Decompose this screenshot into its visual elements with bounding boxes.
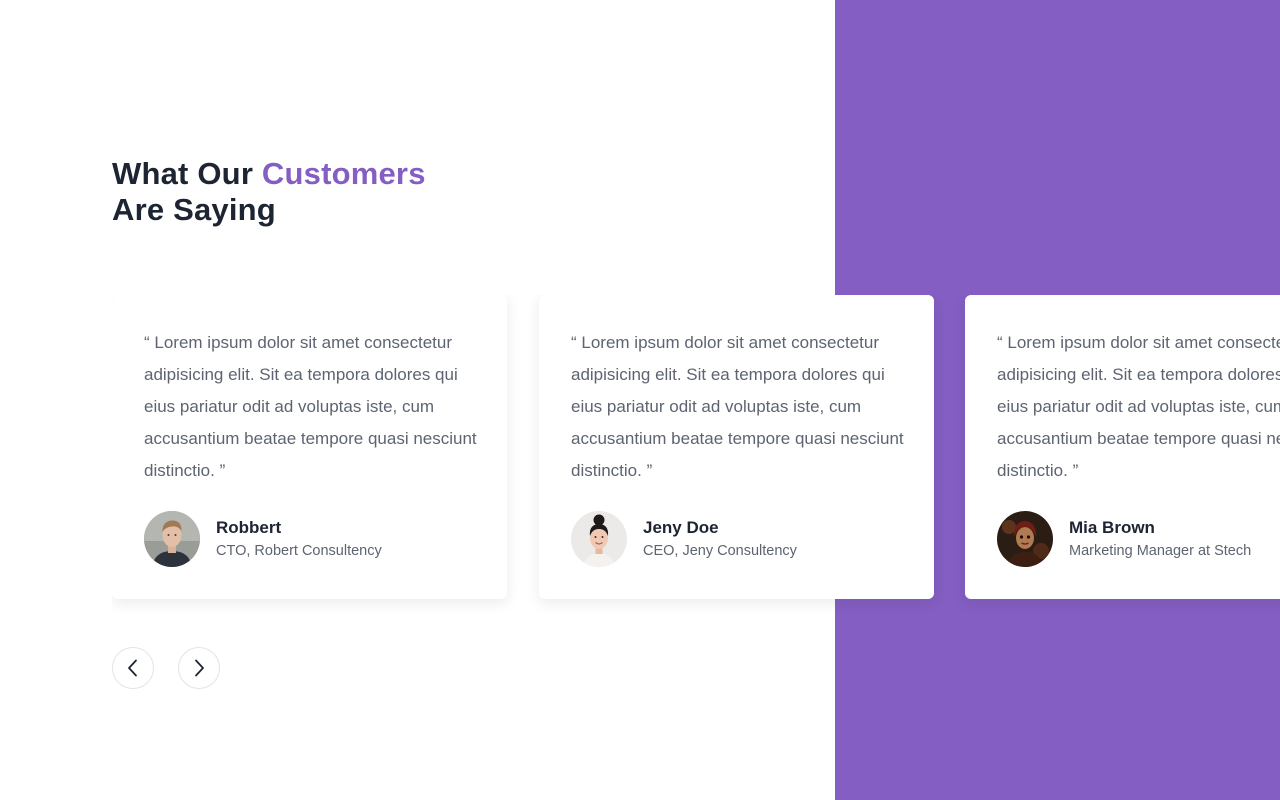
testimonial-card: “ Lorem ipsum dolor sit amet consectetur… [539,295,934,599]
avatar-man-icon [144,511,200,567]
author-name: Robbert [216,517,282,537]
testimonial-quote: “ Lorem ipsum dolor sit amet consectetur… [144,333,477,480]
author-name: Mia Brown [1069,517,1155,537]
title-prefix: What Our [112,156,262,191]
author-role: CTO, Robert Consultency [216,542,382,559]
testimonial-author: Jeny Doe CEO, Jeny Consultency [571,511,797,567]
author-name: Jeny Doe [643,517,719,537]
testimonial-carousel: “ Lorem ipsum dolor sit amet consectetur… [112,295,1280,615]
testimonial-quote: “ Lorem ipsum dolor sit amet consectetur… [571,333,904,480]
previous-button[interactable] [112,647,154,689]
testimonial-author: Mia Brown Marketing Manager at Stech [997,511,1251,567]
chevron-left-icon [128,659,137,677]
avatar-costume-icon [997,511,1053,567]
title-accent: Customers [261,156,426,191]
testimonial-author: Robbert CTO, Robert Consultency [144,511,382,567]
testimonial-quote: “ Lorem ipsum dolor sit amet consectetur… [997,333,1280,480]
avatar-woman-icon [571,511,627,567]
chevron-right-icon [195,659,204,677]
next-button[interactable] [178,647,220,689]
testimonial-card: “ Lorem ipsum dolor sit amet consectetur… [965,295,1280,599]
testimonial-card: “ Lorem ipsum dolor sit amet consectetur… [112,295,507,599]
section-title: What Our Customers Are Saying [112,156,426,228]
title-suffix: Are Saying [112,192,276,227]
author-role: CEO, Jeny Consultency [643,542,797,559]
author-role: Marketing Manager at Stech [1069,542,1252,559]
